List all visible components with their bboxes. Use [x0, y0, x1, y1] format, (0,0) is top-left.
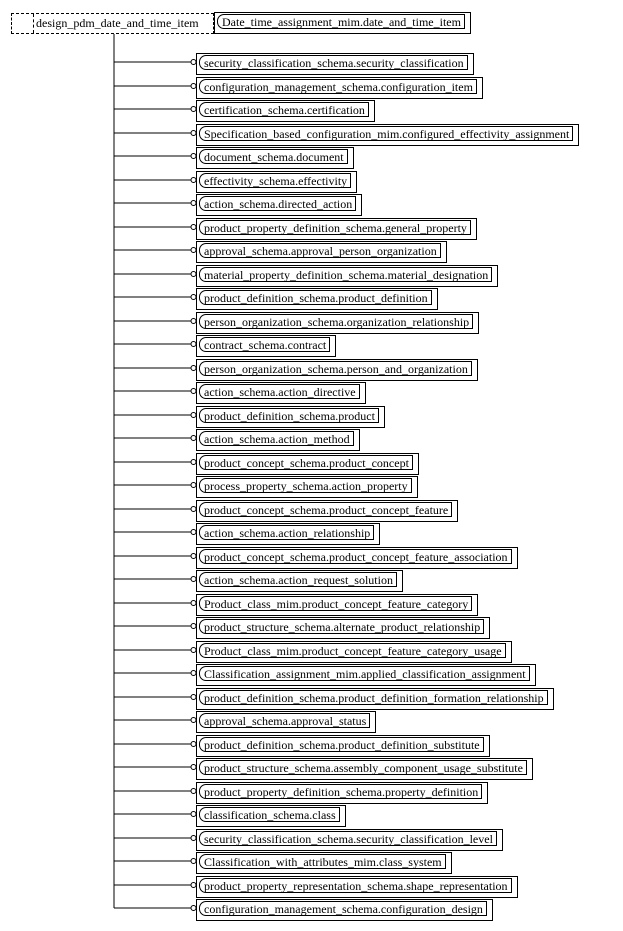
root-label: design_pdm_date_and_time_item: [33, 14, 213, 33]
select-item-label: process_property_schema.action_property: [199, 478, 412, 493]
select-item-label: contract_schema.contract: [199, 337, 331, 352]
select-item-box[interactable]: Classification_assignment_mim.applied_cl…: [196, 664, 536, 686]
select-item-box[interactable]: product_concept_schema.product_concept_f…: [196, 500, 459, 522]
select-item-label: product_structure_schema.assembly_compon…: [199, 760, 527, 775]
select-item-label: configuration_management_schema.configur…: [199, 901, 487, 916]
select-item-box[interactable]: classification_schema.class: [196, 805, 346, 827]
select-item-label: product_property_definition_schema.gener…: [199, 220, 471, 235]
select-item-label: classification_schema.class: [199, 807, 340, 822]
select-item-box[interactable]: configuration_management_schema.configur…: [196, 77, 483, 99]
select-item-label: Product_class_mim.product_concept_featur…: [199, 596, 473, 611]
select-item-label: product_concept_schema.product_concept_f…: [199, 549, 512, 564]
select-item-label: Specification_based_configuration_mim.co…: [199, 126, 574, 141]
select-item-box[interactable]: product_concept_schema.product_concept_f…: [196, 547, 518, 569]
select-item-label: product_concept_schema.product_concept: [199, 455, 413, 470]
select-item-box[interactable]: action_schema.action_request_solution: [196, 570, 403, 592]
select-item-box[interactable]: action_schema.action_directive: [196, 382, 366, 404]
select-item-label: security_classification_schema.security_…: [199, 831, 497, 846]
select-item-box[interactable]: product_structure_schema.alternate_produ…: [196, 617, 491, 639]
select-item-box[interactable]: product_property_definition_schema.prope…: [196, 782, 489, 804]
select-item-box[interactable]: product_definition_schema.product_defini…: [196, 735, 490, 757]
select-item-box[interactable]: product_concept_schema.product_concept: [196, 453, 419, 475]
select-item-label: product_property_representation_schema.s…: [199, 878, 512, 893]
select-item-box[interactable]: action_schema.directed_action: [196, 194, 363, 216]
select-item-label: action_schema.action_directive: [199, 384, 360, 399]
select-item-label: product_definition_schema.product: [199, 408, 379, 423]
select-item-box[interactable]: Product_class_mim.product_concept_featur…: [196, 594, 479, 616]
select-item-box[interactable]: contract_schema.contract: [196, 335, 337, 357]
select-item-box[interactable]: action_schema.action_relationship: [196, 523, 381, 545]
select-item-box[interactable]: configuration_management_schema.configur…: [196, 899, 493, 921]
select-item-box[interactable]: person_organization_schema.organization_…: [196, 312, 480, 334]
select-item-box[interactable]: security_classification_schema.security_…: [196, 829, 503, 851]
select-item-box[interactable]: action_schema.action_method: [196, 429, 360, 451]
select-item-box[interactable]: product_property_representation_schema.s…: [196, 876, 518, 898]
select-item-box[interactable]: product_structure_schema.assembly_compon…: [196, 758, 533, 780]
select-item-box[interactable]: material_property_definition_schema.mate…: [196, 265, 499, 287]
select-item-box[interactable]: effectivity_schema.effectivity: [196, 171, 358, 193]
select-item-label: product_property_definition_schema.prope…: [199, 784, 483, 799]
select-item-box[interactable]: process_property_schema.action_property: [196, 476, 418, 498]
select-item-label: security_classification_schema.security_…: [199, 55, 468, 70]
select-item-box[interactable]: approval_schema.approval_person_organiza…: [196, 241, 447, 263]
select-item-label: approval_schema.approval_status: [199, 713, 371, 728]
select-item-box[interactable]: product_property_definition_schema.gener…: [196, 218, 477, 240]
select-item-box[interactable]: product_definition_schema.product_defini…: [196, 688, 554, 710]
select-item-box[interactable]: Product_class_mim.product_concept_featur…: [196, 641, 512, 663]
select-item-label: person_organization_schema.person_and_or…: [199, 361, 472, 376]
supertype-label: Date_time_assignment_mim.date_and_time_i…: [217, 14, 465, 29]
select-item-label: effectivity_schema.effectivity: [199, 173, 352, 188]
select-item-box[interactable]: person_organization_schema.person_and_or…: [196, 359, 478, 381]
select-item-box[interactable]: approval_schema.approval_status: [196, 711, 377, 733]
select-item-box[interactable]: product_definition_schema.product_defini…: [196, 288, 438, 310]
select-item-box[interactable]: Classification_with_attributes_mim.class…: [196, 852, 452, 874]
select-item-label: action_schema.action_method: [199, 431, 354, 446]
select-item-label: product_definition_schema.product_defini…: [199, 737, 484, 752]
select-item-label: product_structure_schema.alternate_produ…: [199, 619, 485, 634]
select-item-label: certification_schema.certification: [199, 102, 369, 117]
select-item-label: Product_class_mim.product_concept_featur…: [199, 643, 506, 658]
select-item-box[interactable]: security_classification_schema.security_…: [196, 53, 474, 75]
select-item-label: action_schema.directed_action: [199, 196, 357, 211]
select-item-label: configuration_management_schema.configur…: [199, 79, 477, 94]
select-item-label: product_definition_schema.product_defini…: [199, 290, 432, 305]
select-item-label: product_definition_schema.product_defini…: [199, 690, 548, 705]
select-item-box[interactable]: certification_schema.certification: [196, 100, 375, 122]
select-item-label: material_property_definition_schema.mate…: [199, 267, 493, 282]
select-item-box[interactable]: product_definition_schema.product: [196, 406, 385, 428]
select-item-label: Classification_with_attributes_mim.class…: [199, 854, 446, 869]
select-type-root[interactable]: design_pdm_date_and_time_item: [11, 13, 214, 34]
select-item-box[interactable]: document_schema.document: [196, 147, 354, 169]
select-item-label: document_schema.document: [199, 149, 348, 164]
select-item-label: person_organization_schema.organization_…: [199, 314, 474, 329]
select-item-label: approval_schema.approval_person_organiza…: [199, 243, 441, 258]
supertype-box[interactable]: Date_time_assignment_mim.date_and_time_i…: [214, 12, 471, 34]
select-item-label: action_schema.action_request_solution: [199, 572, 397, 587]
select-item-label: Classification_assignment_mim.applied_cl…: [199, 666, 530, 681]
select-item-box[interactable]: Specification_based_configuration_mim.co…: [196, 124, 580, 146]
select-item-label: product_concept_schema.product_concept_f…: [199, 502, 453, 517]
select-item-label: action_schema.action_relationship: [199, 525, 375, 540]
